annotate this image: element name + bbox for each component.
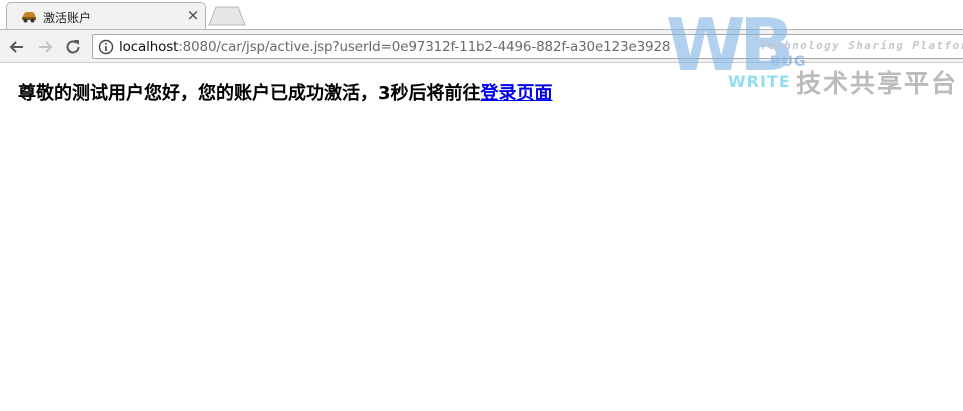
new-tab-button[interactable] [208, 6, 246, 26]
login-page-link[interactable]: 登录页面 [481, 83, 553, 104]
activation-text: 尊敬的测试用户您好，您的账户已成功激活，3秒后将前往 [18, 83, 481, 104]
reload-icon[interactable] [63, 37, 83, 57]
close-icon[interactable]: × [185, 6, 201, 24]
url-text: localhost:8080/car/jsp/active.jsp?userId… [119, 39, 671, 55]
tab-title: 激活账户 [43, 11, 92, 25]
car-favicon-icon [22, 12, 36, 23]
page-content: 尊敬的测试用户您好，您的账户已成功激活，3秒后将前往登录页面 [0, 63, 963, 411]
browser-toolbar: localhost:8080/car/jsp/active.jsp?userId… [0, 29, 963, 63]
info-icon[interactable] [98, 39, 114, 55]
back-arrow-icon[interactable] [7, 37, 27, 57]
url-host: localhost [119, 39, 179, 55]
address-bar[interactable]: localhost:8080/car/jsp/active.jsp?userId… [92, 34, 963, 59]
activation-message: 尊敬的测试用户您好，您的账户已成功激活，3秒后将前往登录页面 [18, 79, 553, 105]
tab-strip: 激活账户 × [0, 0, 963, 30]
forward-arrow-icon[interactable] [35, 37, 55, 57]
active-tab[interactable]: 激活账户 × [6, 2, 206, 30]
url-path: :8080/car/jsp/active.jsp?userId=0e97312f… [178, 39, 671, 55]
